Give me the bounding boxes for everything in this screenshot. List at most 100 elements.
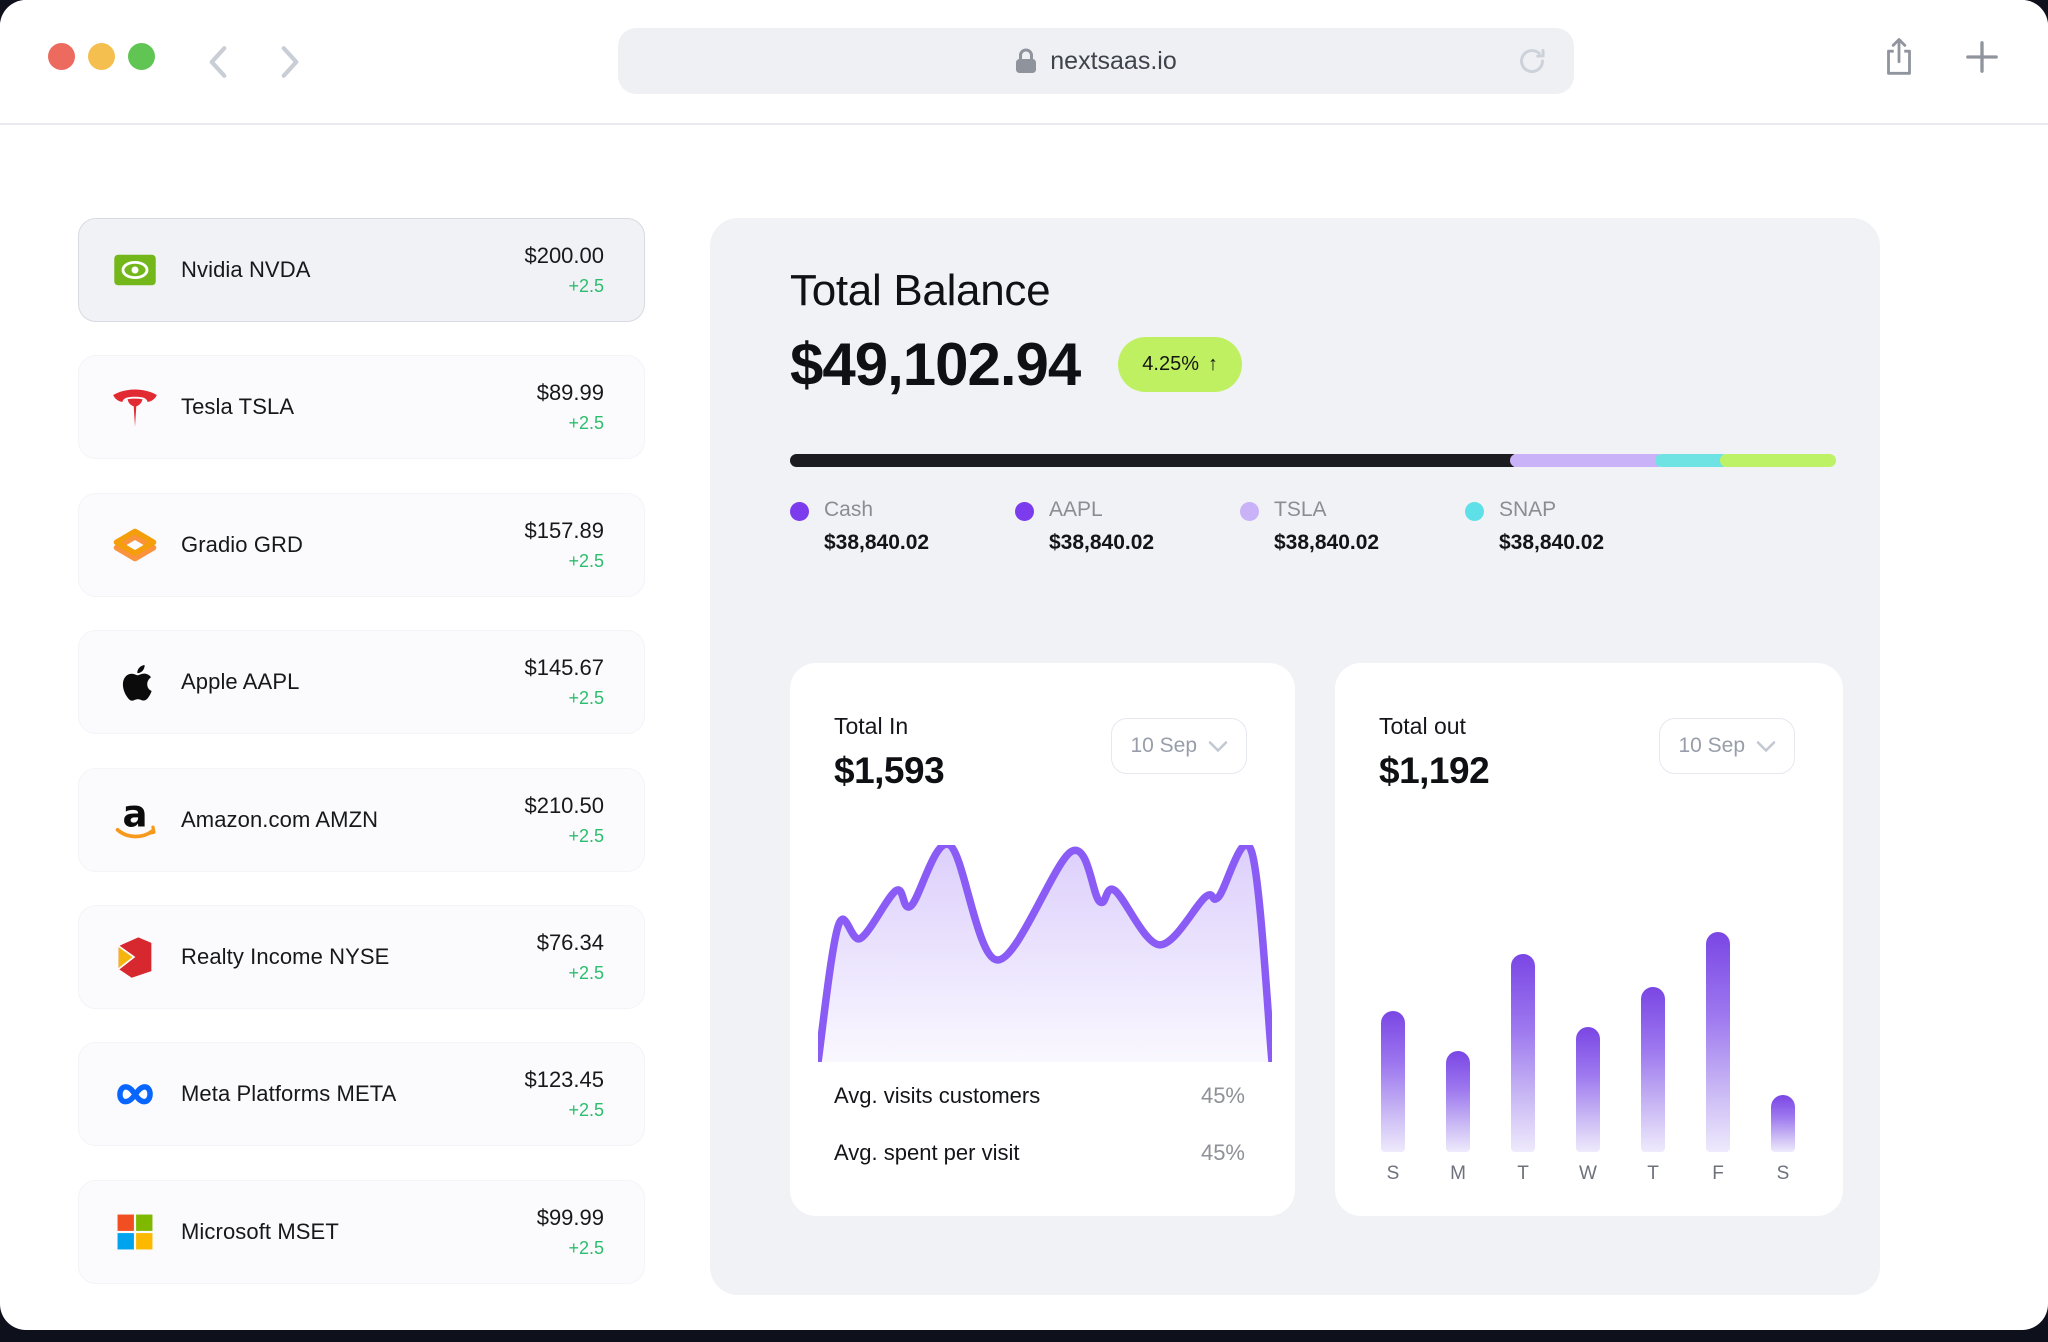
stock-name: Microsoft MSET [181,1219,339,1245]
chevron-down-icon [1756,740,1776,753]
bar-t-4 [1641,987,1665,1152]
stock-change: +2.5 [524,1100,604,1121]
weekday-label: S [1381,1163,1405,1185]
total-in-area-chart [818,845,1272,1062]
stock-name: Meta Platforms META [181,1081,396,1107]
stock-quote: $76.34+2.5 [537,930,604,984]
forward-button[interactable] [270,40,310,84]
total-in-header: Total In $1,593 [834,713,944,792]
stock-change: +2.5 [524,551,604,572]
apple-logo-icon [111,658,159,706]
chevron-right-icon [275,42,305,82]
watchlist-item[interactable]: Apple AAPL$145.67+2.5 [78,630,645,734]
bar-f-5 [1706,932,1730,1152]
nvidia-logo-icon [111,246,159,294]
arrow-up-icon: ↑ [1208,353,1218,376]
weekday-label: T [1511,1163,1535,1185]
stock-price: $99.99 [537,1205,604,1231]
stock-price: $76.34 [537,930,604,956]
watchlist-item[interactable]: Gradio GRD $157.89+2.5 [78,493,645,597]
address-bar[interactable]: nextsaas.io [618,28,1574,94]
stock-name: Amazon.com AMZN [181,807,378,833]
bar-s-6 [1771,1095,1795,1152]
stat-row: Avg. spent per visit 45% [834,1140,1245,1166]
allocation-segment-cash [790,454,1519,467]
plus-icon [1964,39,2000,75]
meta-logo-icon [111,1070,159,1118]
total-out-header: Total out $1,192 [1379,713,1489,792]
legend-item-snap: SNAP$38,840.02 [1465,498,1690,555]
svg-text:a: a [122,796,147,836]
balance-change-badge: 4.25% ↑ [1118,337,1242,392]
total-in-period-dropdown[interactable]: 10 Sep [1111,718,1247,774]
browser-window: nextsaas.io Nvidia NVDA$2 [0,0,2048,1330]
total-out-title: Total out [1379,713,1489,740]
stock-name: Gradio GRD [181,532,303,558]
watchlist-item[interactable]: a Amazon.com AMZN $210.50+2.5 [78,768,645,872]
stock-quote: $200.00+2.5 [524,243,604,297]
bar-w-3 [1576,1027,1600,1152]
legend-label: AAPL [1049,498,1154,522]
watchlist-item[interactable]: Nvidia NVDA $200.00+2.5 [78,218,645,322]
gradio-logo-icon [111,521,159,569]
stock-price: $145.67 [524,655,604,681]
total-out-card: Total out $1,192 10 Sep SMTWTFS [1335,663,1843,1216]
watchlist-item[interactable]: Tesla TSLA$89.99+2.5 [78,355,645,459]
tesla-logo-icon [111,383,159,431]
chevron-left-icon [203,42,233,82]
stock-quote: $157.89+2.5 [524,518,604,572]
reload-button[interactable] [1516,45,1548,84]
watchlist-item[interactable]: Realty Income NYSE $76.34+2.5 [78,905,645,1009]
total-out-bar-chart [1381,932,1795,1152]
allocation-segment-tsla [1655,454,1729,467]
allocation-bar [790,454,1847,467]
nav-buttons [198,40,310,84]
watchlist: Nvidia NVDA$200.00+2.5Tesla TSLA$89.99+2… [78,218,645,1317]
allocation-segment-snap [1720,454,1836,467]
watchlist-item[interactable]: Meta Platforms META $123.45 +2.5 [78,1042,645,1146]
total-in-amount: $1,593 [834,750,944,792]
weekday-label: T [1641,1163,1665,1185]
close-window-button[interactable] [48,43,75,70]
legend-label: TSLA [1274,498,1379,522]
total-in-title: Total In [834,713,944,740]
zoom-window-button[interactable] [128,43,155,70]
legend-value: $38,840.02 [824,531,929,555]
legend-item-aapl: AAPL$38,840.02 [1015,498,1240,555]
back-button[interactable] [198,40,238,84]
period-value: 10 Sep [1130,734,1197,758]
watchlist-item[interactable]: Microsoft MSET$99.99+2.5 [78,1180,645,1284]
stock-name: Tesla TSLA [181,394,294,420]
stock-change: +2.5 [537,413,604,434]
reload-icon [1516,45,1548,77]
stock-price: $200.00 [524,243,604,269]
stock-price: $123.45 [524,1067,604,1093]
stat-value: 45% [1201,1083,1245,1109]
weekday-label: F [1706,1163,1730,1185]
bar-t-2 [1511,954,1535,1152]
stock-quote: $210.50+2.5 [524,793,604,847]
legend-item-cash: Cash $38,840.02 [790,498,1015,555]
total-out-amount: $1,192 [1379,750,1489,792]
legend-item-tsla: TSLA$38,840.02 [1240,498,1465,555]
legend-value: $38,840.02 [1499,531,1604,555]
total-out-period-dropdown[interactable]: 10 Sep [1659,718,1795,774]
balance-panel: Total Balance $49,102.94 4.25% ↑ Cash$38… [710,218,1880,1295]
share-button[interactable] [1882,36,1916,83]
toolbar-actions [1882,36,2000,83]
realty-income-logo-icon [111,933,159,981]
stat-label: Avg. spent per visit [834,1140,1019,1166]
stat-label: Avg. visits customers [834,1083,1040,1109]
stock-name: Nvidia NVDA [181,257,310,283]
new-tab-button[interactable] [1964,39,2000,80]
area-chart-fill [818,845,1272,1062]
period-value: 10 Sep [1678,734,1745,758]
browser-toolbar: nextsaas.io [0,0,2048,125]
amazon-logo-icon: a [111,796,159,844]
stat-row: Avg. visits customers 45% [834,1083,1245,1109]
traffic-lights [48,43,155,70]
stock-name: Realty Income NYSE [181,944,389,970]
legend-text: Cash $38,840.02 [824,498,929,555]
legend-label: Cash [824,498,929,522]
minimize-window-button[interactable] [88,43,115,70]
